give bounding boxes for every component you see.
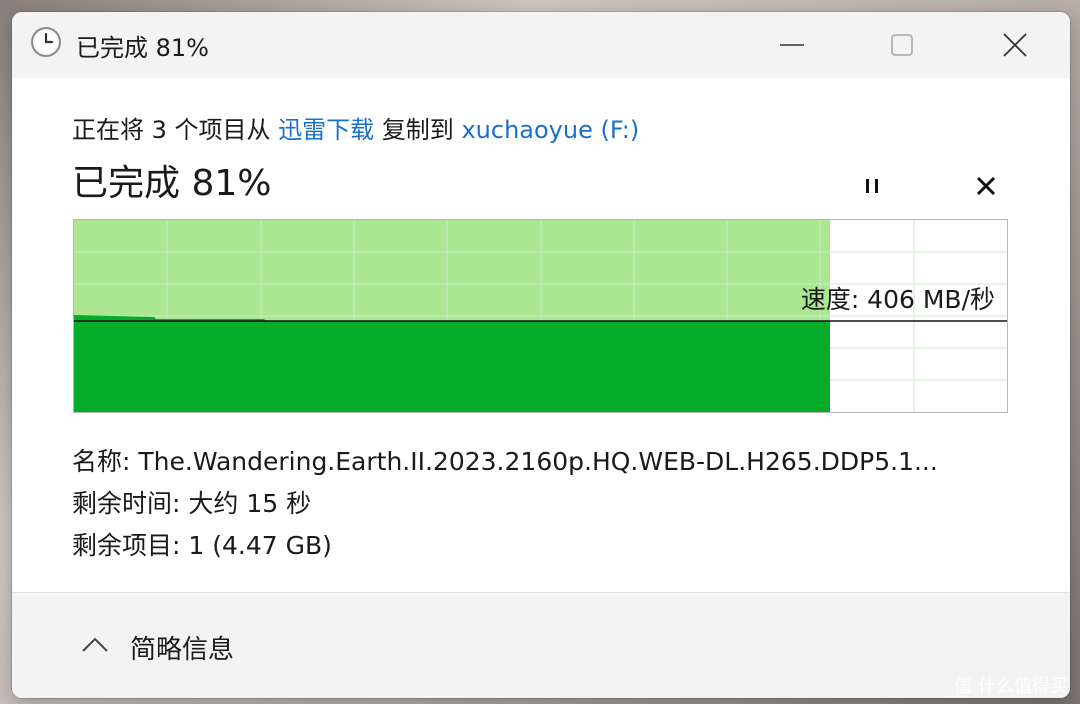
time-label: 剩余时间: [72,489,181,518]
copy-prefix: 正在将 3 个项目从 [72,116,271,144]
copy-middle: 复制到 [381,116,454,144]
copy-description: 正在将 3 个项目从 迅雷下载 复制到 xuchaoyue (F:) [72,110,639,145]
name-label: 名称: [72,447,131,476]
fewer-details-label[interactable]: 简略信息 [130,629,234,666]
speed-graph-canvas [74,220,1007,412]
minimize-button[interactable] [737,12,847,78]
cancel-icon [976,176,996,196]
destination-drive-link[interactable]: xuchaoyue (F:) [461,116,639,144]
items-label: 剩余项目: [72,531,181,560]
maximize-button[interactable] [847,12,957,78]
time-value: 大约 15 秒 [188,489,312,518]
speed-history-area [74,315,830,412]
close-button[interactable] [960,12,1070,78]
speed-graph: 速度: 406 MB/秒 [73,219,1008,413]
name-value: The.Wandering.Earth.II.2023.2160p.HQ.WEB… [138,447,938,476]
details-toggle-bar[interactable]: 简略信息 [12,592,1070,698]
speed-label: 速度: 406 MB/秒 [800,285,995,314]
title-bar[interactable]: 已完成 81% [12,12,1070,78]
copy-progress-dialog: 已完成 81% 正在将 3 个项目从 迅雷下载 复制到 xuchaoyue (F… [12,12,1070,698]
clock-icon [30,26,62,58]
file-name-row: 名称: The.Wandering.Earth.II.2023.2160p.HQ… [72,442,1007,478]
chevron-up-icon [82,637,108,652]
source-folder-link[interactable]: 迅雷下载 [278,116,374,144]
maximize-icon [891,34,913,56]
progress-status: 已完成 81% [72,163,272,204]
items-remaining-row: 剩余项目: 1 (4.47 GB) [72,526,332,562]
watermark: 值 什么值得买 [954,676,1068,697]
dialog-body: 正在将 3 个项目从 迅雷下载 复制到 xuchaoyue (F:) 已完成 8… [12,78,1070,598]
time-remaining-row: 剩余时间: 大约 15 秒 [72,484,311,520]
pause-button[interactable] [852,166,892,206]
pause-icon [866,179,878,193]
minimize-icon [780,44,804,46]
items-value: 1 (4.47 GB) [188,531,332,560]
cancel-copy-button[interactable] [966,166,1006,206]
window-title: 已完成 81% [76,34,209,62]
close-icon [1003,33,1027,57]
